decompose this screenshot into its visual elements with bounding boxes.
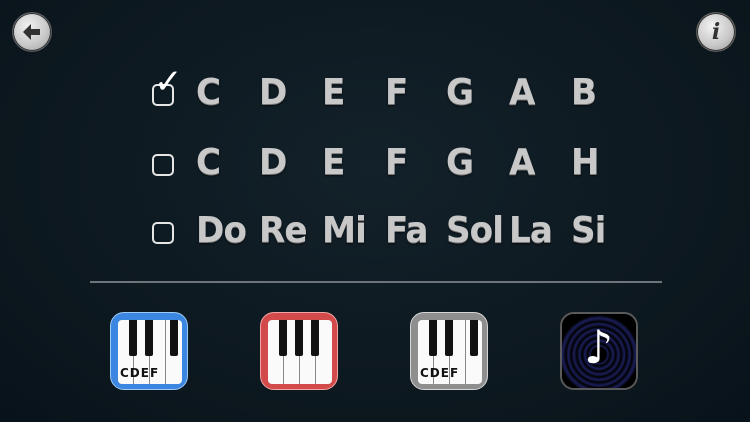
note-label: Fa	[385, 210, 428, 251]
note-label: C	[196, 72, 221, 113]
piano-gray-app-icon[interactable]: CDEF	[410, 312, 488, 390]
keys-label: CDEF	[120, 366, 160, 380]
note-label: Re	[259, 210, 308, 251]
piano-keys-icon	[268, 320, 332, 384]
music-app-icon[interactable]: ♪	[560, 312, 638, 390]
note-label: La	[509, 210, 553, 251]
keys-label: CDEF	[420, 366, 460, 380]
note-label: Si	[571, 210, 606, 251]
note-label: A	[509, 142, 535, 183]
settings-screen: i ✓ C D E F G A B C D E F G A H Do Re Mi…	[0, 0, 750, 422]
note-label: F	[385, 142, 408, 183]
note-label: G	[446, 72, 474, 113]
checkmark-icon: ✓	[154, 62, 183, 102]
note-label: C	[196, 142, 221, 183]
info-button[interactable]: i	[696, 12, 736, 52]
note-label: D	[259, 72, 287, 113]
note-label: Sol	[446, 210, 504, 251]
notation-row-letters-b[interactable]: ✓ C D E F G A B	[150, 62, 630, 120]
note-label: B	[571, 72, 597, 113]
note-label: A	[509, 72, 535, 113]
note-label: Do	[196, 210, 247, 251]
notation-row-solfege[interactable]: Do Re Mi Fa Sol La Si	[150, 208, 630, 258]
note-label: E	[322, 72, 345, 113]
arrow-left-icon	[23, 24, 40, 40]
back-button[interactable]	[12, 12, 52, 52]
divider	[90, 281, 662, 283]
notation-checkbox[interactable]	[152, 154, 174, 176]
piano-keys-icon: CDEF	[118, 320, 182, 384]
info-icon: i	[711, 19, 721, 45]
note-label: E	[322, 142, 345, 183]
notation-row-letters-h[interactable]: C D E F G A H	[150, 140, 630, 190]
note-label: D	[259, 142, 287, 183]
note-label: G	[446, 142, 474, 183]
music-note-icon: ♪	[584, 320, 614, 374]
notation-checkbox[interactable]	[152, 222, 174, 244]
note-label: Mi	[322, 210, 367, 251]
note-label: H	[571, 142, 600, 183]
piano-red-app-icon[interactable]	[260, 312, 338, 390]
note-label: F	[385, 72, 408, 113]
piano-keys-icon: CDEF	[418, 320, 482, 384]
piano-blue-app-icon[interactable]: CDEF	[110, 312, 188, 390]
